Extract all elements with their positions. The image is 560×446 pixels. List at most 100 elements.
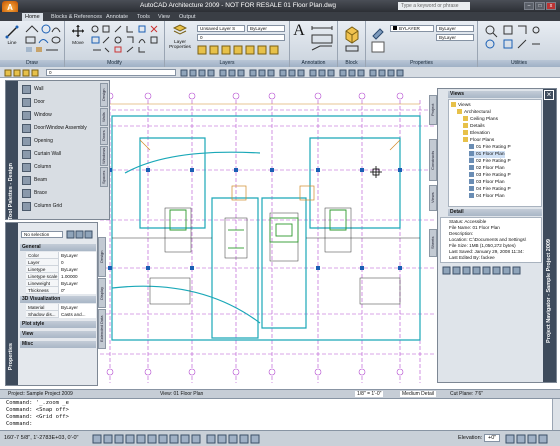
property-row[interactable]: Thickness 0" — [26, 287, 96, 294]
utilities-tools-icon[interactable] — [484, 24, 556, 54]
tree-item-label: Views — [458, 103, 471, 108]
tab-output[interactable]: Output — [176, 13, 199, 21]
search-input[interactable]: Type a keyword or phrase — [398, 2, 470, 10]
tree-item[interactable]: Floor Plans — [463, 137, 494, 144]
property-row[interactable]: Color ByLayer — [26, 252, 96, 259]
view-section-header[interactable]: View — [20, 331, 96, 338]
draw-tools-icon[interactable] — [24, 24, 62, 54]
properties-tab-display[interactable]: Display — [98, 278, 106, 308]
command-input[interactable]: Command: — [6, 421, 33, 427]
linetype-combo[interactable]: ByLayer — [436, 25, 474, 32]
navigator-tab-constructs[interactable]: Constructs — [429, 139, 437, 181]
layer-properties-button[interactable]: Layer Properties — [166, 40, 194, 50]
palette-item-label: Door — [34, 99, 45, 105]
property-row[interactable]: Layer 0 — [26, 259, 96, 266]
palette-tab-design[interactable]: Design — [100, 83, 108, 107]
navigator-caption-bar[interactable]: × Project Navigator - Sample Project 200… — [543, 89, 556, 382]
tree-item[interactable]: Details — [463, 123, 485, 130]
general-section-header[interactable]: General — [20, 244, 96, 251]
palette-item-window[interactable]: Window — [20, 109, 90, 122]
property-row[interactable]: Shadow dis... Casts and... — [26, 311, 96, 318]
tree-item-selected[interactable]: 01 Floor Plan — [469, 151, 505, 158]
elevation-input[interactable]: +0" — [484, 434, 501, 442]
tree-item[interactable]: 03 Floor Plan — [469, 179, 505, 186]
tab-view[interactable]: View — [155, 13, 173, 21]
plot-style-section-header[interactable]: Plot style — [20, 321, 96, 328]
minimize-button[interactable]: – — [524, 2, 534, 10]
palette-item-door[interactable]: Door — [20, 96, 90, 109]
tree-item[interactable]: Views — [451, 102, 471, 109]
text-button[interactable]: A — [292, 23, 306, 39]
tab-blocks-references[interactable]: Blocks & References — [48, 13, 105, 21]
line-button[interactable]: Line — [3, 41, 21, 46]
layer-bylayer-combo[interactable]: ByLayer — [247, 25, 285, 32]
navigator-tab-project[interactable]: Project — [429, 95, 437, 125]
layer-state-combo[interactable]: Unsaved Layer S — [197, 25, 245, 32]
command-window[interactable]: Command: '_.zoom _e Command: <Snap off> … — [0, 398, 560, 430]
lineweight-combo[interactable]: ByLayer — [436, 34, 474, 41]
tree-item[interactable]: 04 Floor Plan — [469, 193, 505, 200]
palette-item-brace[interactable]: Brace — [20, 187, 90, 200]
command-scrollbar[interactable] — [552, 399, 560, 430]
property-row[interactable]: Linetype scale 1.00000 — [26, 273, 96, 280]
cut-plane-label[interactable]: Cut Plane: 7'6" — [450, 391, 483, 397]
palette-tab-spaces[interactable]: Spaces — [100, 167, 108, 187]
navigator-tab-sheets[interactable]: Sheets — [429, 229, 437, 257]
property-row[interactable]: Linetype ByLayer — [26, 266, 96, 273]
layer-tools-icon[interactable] — [197, 44, 287, 58]
palette-tab-windows[interactable]: Windows — [100, 146, 108, 166]
palette-item-wall[interactable]: Wall — [20, 83, 90, 96]
tool-palette-caption-bar[interactable]: Tool Palettes - Design — [6, 81, 18, 220]
annotation-tools-icon[interactable] — [310, 24, 336, 56]
view-icon — [469, 165, 474, 170]
tab-tools[interactable]: Tools — [134, 13, 153, 21]
toolbar-layer-combo[interactable]: 0 — [46, 69, 176, 76]
properties-caption-bar[interactable]: Properties — [6, 223, 18, 385]
maximize-button[interactable]: □ — [535, 2, 545, 10]
property-value: 0" — [58, 287, 96, 294]
properties-tab-extended-data[interactable]: Extended Data — [98, 309, 106, 349]
selection-combo[interactable]: No selection — [21, 231, 63, 238]
move-button[interactable]: Move — [68, 41, 88, 46]
match-properties-icon[interactable] — [370, 24, 386, 54]
visualization-section-header[interactable]: 3D Visualization — [20, 296, 96, 303]
navigator-tab-views[interactable]: Views — [429, 185, 437, 211]
properties-tab-design[interactable]: Design — [98, 237, 106, 277]
property-row[interactable]: Lineweight ByLayer — [26, 280, 96, 287]
layer-toolbar-icons[interactable] — [4, 69, 44, 77]
palette-tab-doors[interactable]: Doors — [100, 127, 108, 145]
status-tray-icons[interactable] — [505, 434, 557, 444]
tab-annotate[interactable]: Annotate — [103, 13, 131, 21]
misc-section-header[interactable]: Misc — [20, 341, 96, 348]
tree-item[interactable]: 01 Fire Rating P — [469, 144, 511, 151]
palette-item-door-window-assembly[interactable]: Door/Window Assembly — [20, 122, 90, 135]
close-window-button[interactable]: x — [546, 2, 556, 10]
current-layer-combo[interactable]: 0 — [197, 34, 285, 41]
palette-tab-walls[interactable]: Walls — [100, 108, 108, 126]
tree-item[interactable]: 02 Floor Plan — [469, 165, 505, 172]
palette-item-beam[interactable]: Beam — [20, 174, 90, 187]
display-detail-combo[interactable]: Medium Detail — [400, 391, 436, 397]
toolbar-tool-icons[interactable] — [180, 69, 410, 77]
line-icon — [5, 25, 19, 39]
palette-item-column-grid[interactable]: Column Grid — [20, 200, 90, 213]
tree-item[interactable]: 03 Fire Rating P — [469, 172, 511, 179]
insert-block-icon[interactable] — [343, 25, 361, 53]
tab-home[interactable]: Home — [22, 13, 43, 21]
palette-item-opening[interactable]: Opening — [20, 135, 90, 148]
close-icon[interactable]: × — [544, 90, 554, 100]
palette-item-column[interactable]: Column — [20, 161, 90, 174]
tree-item[interactable]: Ceiling Plans — [463, 116, 498, 123]
palette-item-curtain-wall[interactable]: Curtain Wall — [20, 148, 90, 161]
tree-item[interactable]: 04 Fire Rating P — [469, 186, 511, 193]
property-row[interactable]: Material ByLayer — [26, 304, 96, 311]
navigator-tools-icons[interactable] — [442, 266, 542, 275]
scale-combo[interactable]: 1/8" = 1'-0" — [355, 391, 384, 397]
modify-tools-icon[interactable] — [91, 24, 163, 54]
tree-item[interactable]: Architectural — [457, 109, 491, 116]
tree-item[interactable]: 02 Fire Rating P — [469, 158, 511, 165]
quick-select-icons[interactable] — [66, 230, 94, 239]
drafting-toggle-icons[interactable] — [92, 434, 272, 444]
color-combo[interactable]: BYLAYER — [390, 25, 434, 32]
tree-item[interactable]: Elevation — [463, 130, 490, 137]
